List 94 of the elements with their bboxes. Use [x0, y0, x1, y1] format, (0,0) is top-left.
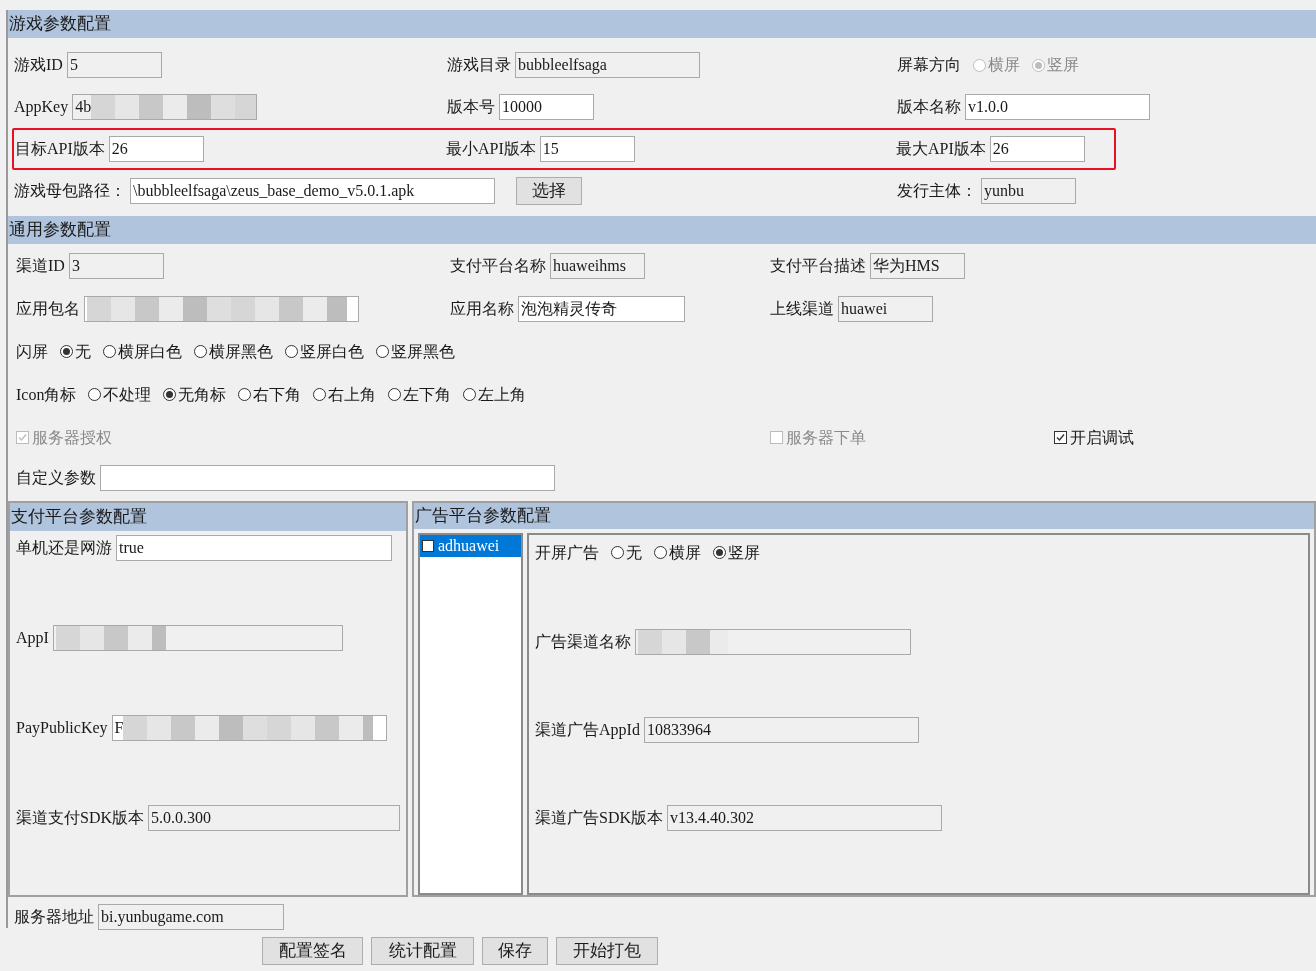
text-field[interactable]: \bubbleelfsaga\zeus_base_demo_v5.0.1.apk [130, 178, 495, 204]
group-label: 开屏广告 [535, 542, 599, 563]
radio-option[interactable]: 左上角 [463, 382, 527, 407]
section-header: 支付平台参数配置 [10, 503, 406, 531]
radio-icon[interactable] [611, 546, 624, 559]
group-label: 闪屏 [16, 341, 48, 362]
action-button[interactable]: 开始打包 [556, 937, 658, 965]
field-label: 渠道广告AppId [535, 719, 640, 741]
radio-option[interactable]: 无 [60, 339, 91, 364]
text-field[interactable]: 华为HMS [870, 252, 965, 279]
field-label: 渠道ID [16, 255, 65, 276]
text-field[interactable]: 5 [66, 52, 162, 78]
radio-option[interactable]: 竖屏白色 [285, 339, 364, 364]
action-button[interactable]: 保存 [482, 937, 548, 965]
field-label: 版本号 [447, 97, 495, 117]
field-label: 最大API版本 [896, 139, 986, 159]
checkbox-icon[interactable] [1054, 431, 1067, 444]
text-field[interactable]: v13.4.40.302 [667, 804, 942, 831]
text-field[interactable]: 4b [72, 94, 258, 120]
radio-option[interactable]: 无角标 [163, 382, 227, 407]
field-label: 应用包名 [16, 298, 80, 319]
radio-option[interactable]: 横屏白色 [103, 339, 182, 364]
radio-icon[interactable] [713, 546, 726, 559]
checkbox-icon[interactable] [422, 539, 434, 552]
radio-option[interactable]: 左下角 [388, 382, 452, 407]
text-field[interactable]: bubbleelfsaga [515, 52, 700, 78]
section-header: 通用参数配置 [8, 216, 1316, 244]
field-label: 游戏目录 [447, 55, 511, 75]
section-header: 广告平台参数配置 [414, 503, 1314, 529]
radio-option[interactable]: 无 [611, 540, 642, 565]
field-label: 发行主体： [897, 181, 977, 201]
radio-icon[interactable] [463, 388, 477, 401]
radio-icon[interactable] [313, 388, 327, 401]
field-label: PayPublicKey [16, 718, 108, 739]
text-field[interactable] [635, 628, 911, 655]
radio-option[interactable]: 右下角 [238, 382, 302, 407]
field-label: 单机还是网游 [16, 538, 112, 558]
text-field[interactable]: true [116, 535, 392, 561]
text-field[interactable]: bi.yunbugame.com [98, 904, 284, 930]
field-label: 自定义参数 [16, 468, 96, 488]
radio-option[interactable]: 竖屏 [713, 540, 760, 565]
field-label: AppKey [14, 97, 69, 118]
text-field[interactable]: 10000 [499, 94, 594, 120]
radio-icon[interactable] [163, 388, 177, 401]
text-field[interactable]: 5.0.0.300 [148, 805, 400, 831]
radio-option[interactable]: 横屏 [654, 540, 701, 565]
text-field[interactable]: 3 [68, 252, 164, 279]
radio-icon[interactable] [88, 388, 102, 401]
section-header: 游戏参数配置 [8, 10, 1316, 38]
text-field[interactable]: huaweihms [550, 252, 645, 279]
text-field[interactable]: 泡泡精灵传奇 [518, 295, 685, 322]
field-label: 最小API版本 [446, 139, 536, 159]
radio-icon[interactable] [376, 345, 389, 358]
checkbox-option[interactable]: 开启调试 [1054, 425, 1134, 450]
radio-option[interactable]: 横屏黑色 [194, 339, 273, 364]
action-button[interactable]: 选择 [516, 177, 582, 205]
radio-icon[interactable] [60, 345, 73, 358]
text-field[interactable]: v1.0.0 [965, 94, 1150, 120]
action-button[interactable]: 配置签名 [262, 937, 363, 965]
text-field[interactable]: 10833964 [643, 716, 919, 743]
field-label: 游戏母包路径： [14, 181, 126, 201]
radio-option[interactable]: 不处理 [88, 382, 152, 407]
field-label: 上线渠道 [770, 298, 834, 319]
field-label: 服务器地址 [14, 907, 94, 927]
text-field[interactable] [100, 465, 555, 491]
field-label: 应用名称 [450, 298, 514, 319]
radio-icon[interactable] [194, 345, 207, 358]
field-label: 支付平台描述 [770, 255, 866, 276]
field-label: 渠道广告SDK版本 [535, 807, 663, 828]
text-field[interactable]: F [111, 715, 387, 741]
field-label: 支付平台名称 [450, 255, 546, 276]
group-label: 屏幕方向 [897, 55, 961, 75]
field-label: 广告渠道名称 [535, 631, 631, 652]
text-field[interactable] [52, 625, 343, 651]
radio-icon[interactable] [238, 388, 252, 401]
text-field[interactable]: yunbu [981, 178, 1076, 204]
field-label: 游戏ID [14, 55, 63, 75]
text-field[interactable]: huawei [838, 295, 933, 322]
platform-item[interactable]: adhuawei [420, 534, 521, 557]
action-button[interactable]: 统计配置 [371, 937, 474, 965]
field-label: 目标API版本 [15, 139, 105, 159]
radio-icon[interactable] [285, 345, 298, 358]
text-field[interactable]: 26 [108, 136, 204, 162]
group-label: Icon角标 [16, 384, 77, 405]
radio-icon[interactable] [388, 388, 402, 401]
field-label: AppI [16, 628, 49, 649]
field-label: 渠道支付SDK版本 [16, 808, 144, 828]
radio-icon[interactable] [103, 345, 116, 358]
text-field[interactable]: 26 [989, 136, 1085, 162]
field-label: 版本名称 [897, 97, 961, 117]
text-field[interactable]: 15 [539, 136, 635, 162]
radio-option[interactable]: 右上角 [313, 382, 377, 407]
radio-icon[interactable] [654, 546, 667, 559]
radio-option[interactable]: 竖屏黑色 [376, 339, 455, 364]
